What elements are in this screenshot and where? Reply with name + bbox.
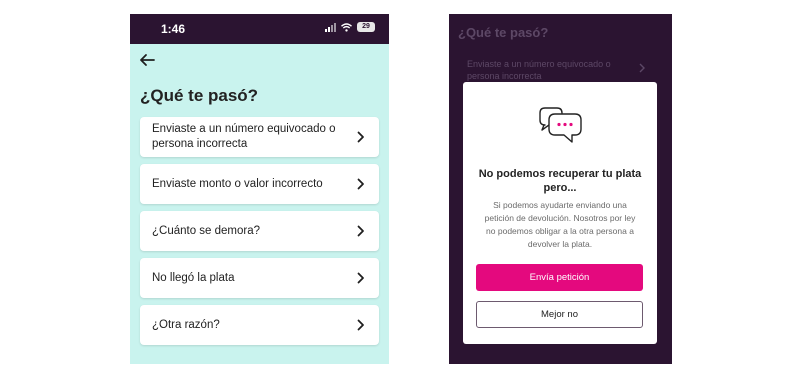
send-request-button[interactable]: Envía petición [476,264,643,291]
option-wrong-amount[interactable]: Enviaste monto o valor incorrecto [140,164,379,204]
option-label: No llegó la plata [152,271,235,284]
option-how-long[interactable]: ¿Cuánto se demora? [140,211,379,251]
back-arrow-icon[interactable] [138,51,156,69]
status-time: 1:46 [161,22,186,36]
better-not-button[interactable]: Mejor no [476,301,643,328]
chevron-right-icon [639,63,645,73]
status-bar: 1:46 29 [130,14,389,44]
page-title: ¿Qué te pasó? [140,86,259,105]
option-wrong-recipient[interactable]: Enviaste a un número equivocado o person… [140,117,379,157]
option-label: Enviaste monto o valor incorrecto [152,177,323,190]
option-label: ¿Cuánto se demora? [152,224,261,237]
battery-icon: 29 [357,22,375,32]
chat-bubble-icon [539,107,582,143]
signal-icon [325,22,336,32]
option-other-reason[interactable]: ¿Otra razón? [140,305,379,345]
right-screen: ¿Qué te pasó? Enviaste a un número equiv… [449,14,672,364]
options-list: Enviaste a un número equivocado o person… [140,117,379,352]
status-icons: 29 [325,22,375,32]
chevron-right-icon [357,272,364,284]
option-money-not-arrived[interactable]: No llegó la plata [140,258,379,298]
option-label: ¿Otra razón? [152,318,220,331]
background-option: Enviaste a un número equivocado o person… [467,59,611,81]
chevron-right-icon [357,319,364,331]
chevron-right-icon [357,131,364,143]
background-title: ¿Qué te pasó? [458,25,549,40]
option-label: Enviaste a un número equivocado o person… [152,123,336,150]
wifi-icon [341,22,352,32]
chevron-right-icon [357,178,364,190]
chevron-right-icon [357,225,364,237]
modal-title: No podemos recuperar tu plata pero... [478,168,642,194]
modal-body: Si podemos ayudarte enviando una petició… [484,200,636,249]
modal-dialog: No podemos recuperar tu plata pero... Si… [463,82,657,344]
left-screen: 1:46 29 ¿Qué te pasó? Enviaste a un núme… [130,14,389,364]
